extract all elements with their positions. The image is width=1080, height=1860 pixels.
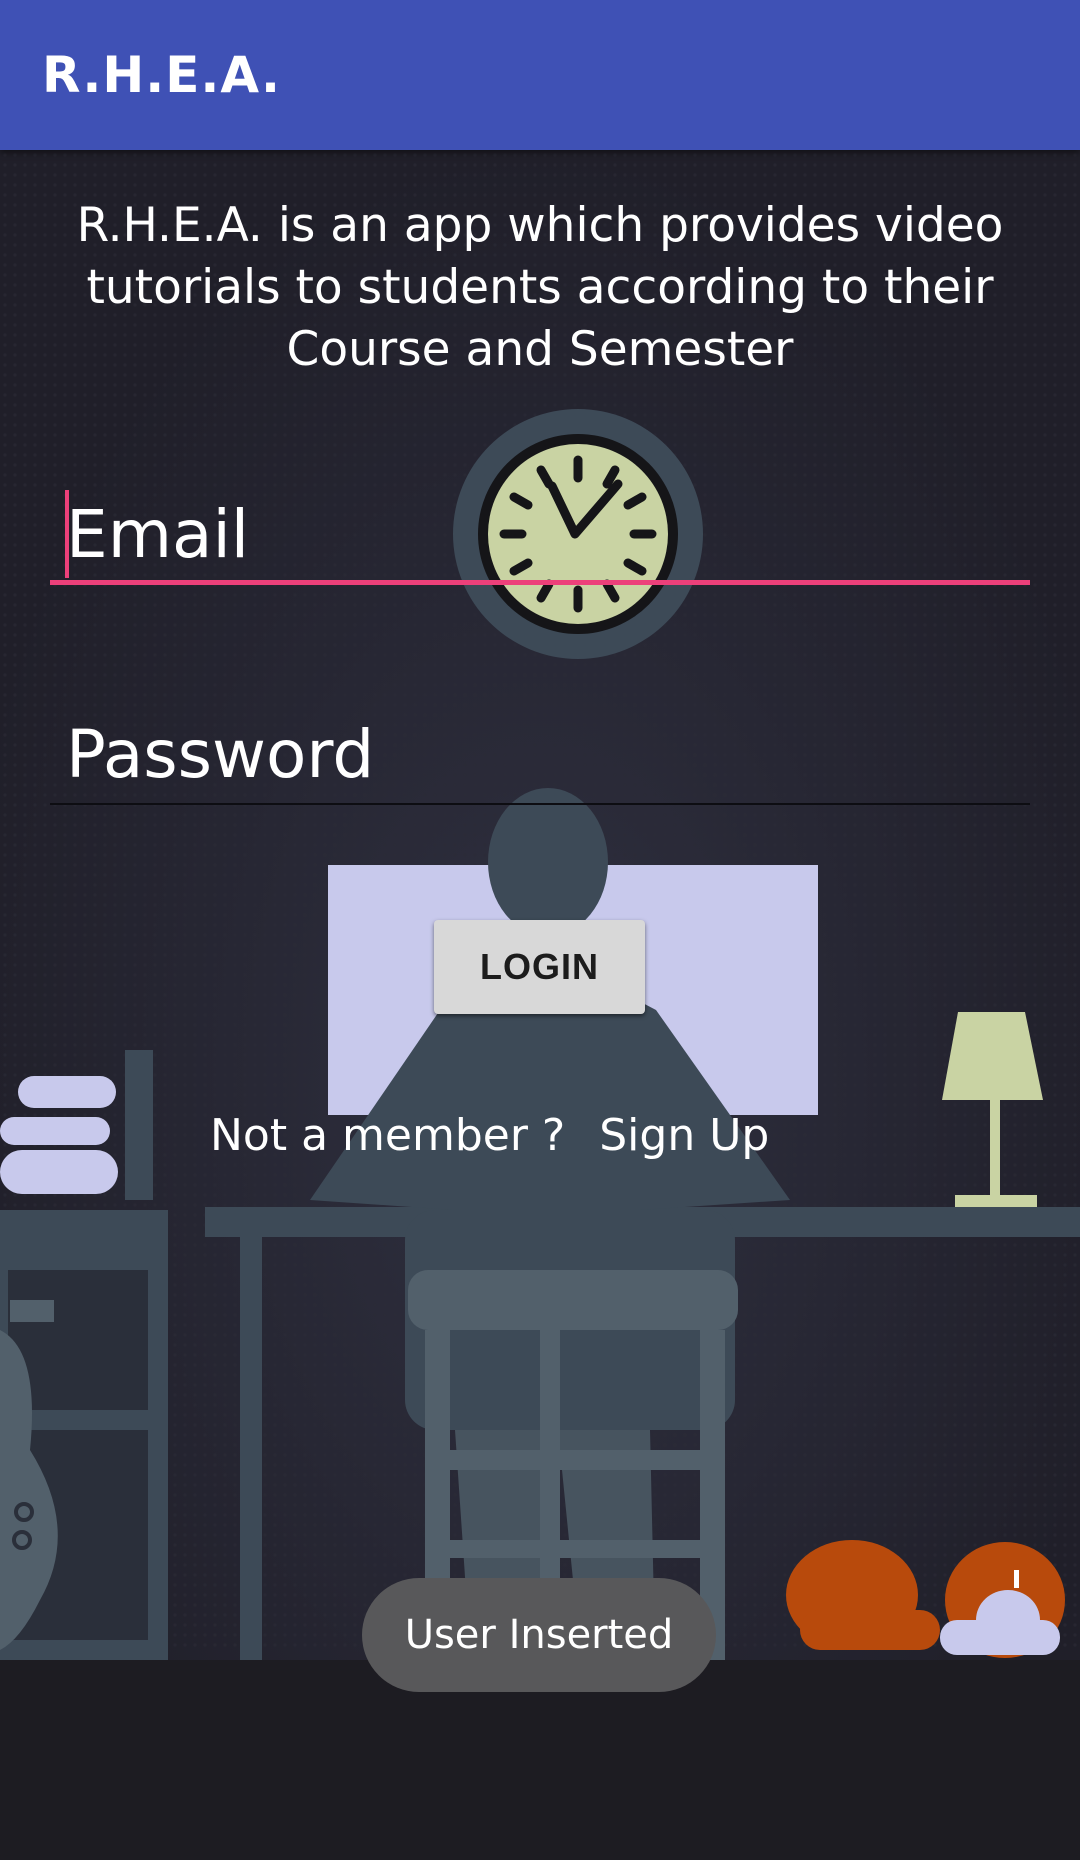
app-title: R.H.E.A. [42, 46, 282, 104]
password-placeholder: Password [66, 716, 375, 793]
signup-prompt: Not a member ? Sign Up [210, 1110, 769, 1161]
login-button[interactable]: LOGIN [434, 920, 645, 1014]
app-bar: R.H.E.A. [0, 0, 1080, 150]
email-underline [50, 580, 1030, 585]
not-member-text: Not a member ? [210, 1110, 566, 1161]
password-underline [50, 803, 1030, 805]
app-description: R.H.E.A. is an app which provides video … [76, 198, 1004, 377]
password-field[interactable]: Password [50, 705, 1030, 805]
toast-message: User Inserted [362, 1578, 716, 1692]
signup-link[interactable]: Sign Up [599, 1110, 769, 1161]
email-field[interactable]: Email [50, 485, 1030, 585]
email-placeholder: Email [66, 496, 250, 573]
